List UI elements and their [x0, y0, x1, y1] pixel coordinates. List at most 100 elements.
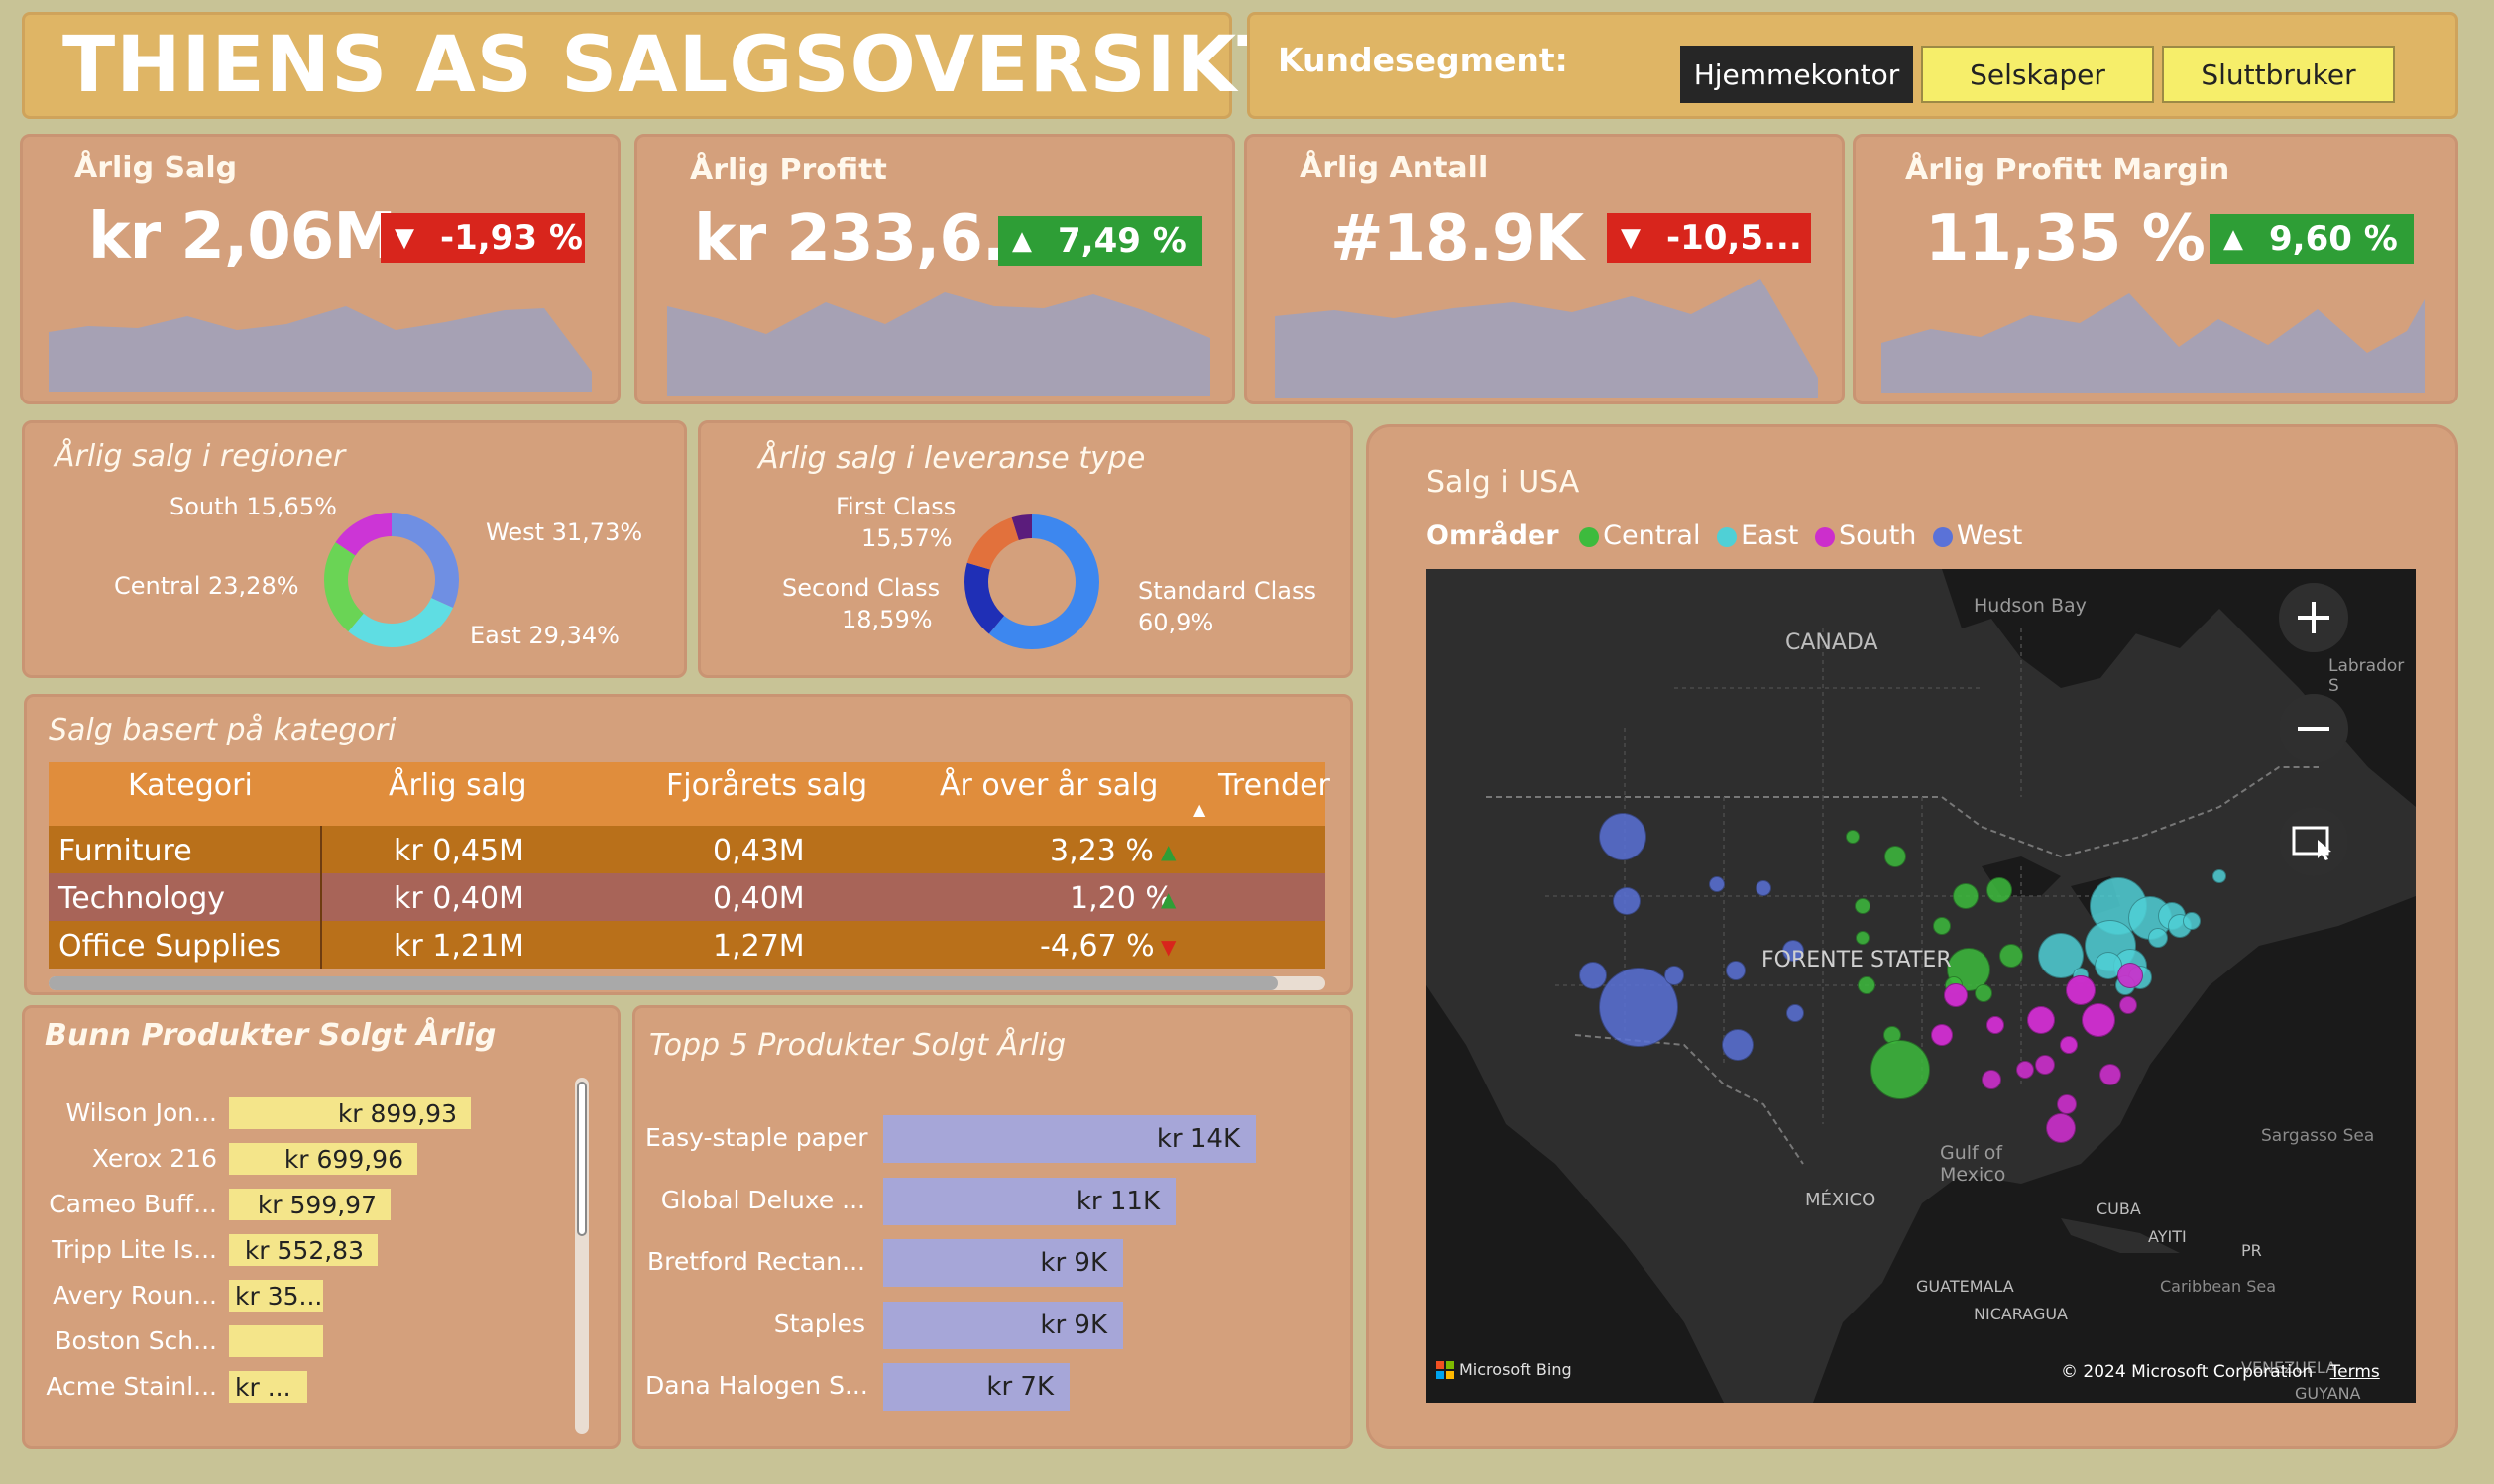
map-bubble[interactable] — [1855, 898, 1870, 914]
header-kategori[interactable]: Kategori — [128, 768, 253, 803]
bar-category-label: Cameo Buff... — [49, 1190, 217, 1218]
bar[interactable]: kr 699,96 — [229, 1143, 417, 1175]
kpi-title: Årlig Salg — [74, 151, 238, 185]
scrollbar-thumb[interactable] — [49, 976, 1278, 990]
bar[interactable]: kr 7K — [883, 1363, 1070, 1411]
bar[interactable] — [229, 1325, 323, 1357]
legend-item-central[interactable]: Central — [1579, 520, 1700, 551]
map-bubble-south[interactable] — [2066, 975, 2096, 1005]
map-bubble-south[interactable] — [1931, 1024, 1953, 1046]
minus-icon — [2298, 727, 2329, 731]
map-bubble[interactable] — [2212, 869, 2226, 883]
map-bubble[interactable] — [1613, 887, 1641, 915]
map-bubble[interactable] — [1986, 877, 2012, 903]
sort-ascending-icon[interactable]: ▲ — [1193, 800, 1205, 819]
map-bubble[interactable] — [1756, 880, 1771, 896]
header-ar-over-ar[interactable]: År over år salg — [940, 768, 1158, 803]
segment-button-selskaper[interactable]: Selskaper — [1921, 46, 2154, 103]
region-label-east: East 29,34% — [470, 622, 620, 649]
map-bubble-south[interactable] — [2082, 1003, 2115, 1037]
map-bubble[interactable] — [2148, 928, 2168, 948]
map-bubble[interactable] — [1579, 962, 1607, 989]
kpi-card-margin: Årlig Profitt Margin 11,35 % ▲ 9,60 % — [1853, 134, 2458, 404]
select-area-button[interactable] — [2279, 807, 2348, 876]
map-bubble-south[interactable] — [2016, 1061, 2034, 1079]
usa-map[interactable]: Hudson Bay CANADA Labrador S FORENTE STA… — [1426, 569, 2416, 1403]
map-bubble-south[interactable] — [2060, 1036, 2078, 1054]
cell-yoy: 3,23 % — [1050, 834, 1154, 868]
shipping-label-standard-name: Standard Class — [1138, 577, 1316, 605]
legend-item-west[interactable]: West — [1933, 520, 2022, 551]
bar[interactable]: kr 9K — [883, 1301, 1123, 1349]
map-bubble-south[interactable] — [1982, 1070, 2001, 1089]
table-row[interactable]: Office Supplies kr 1,21M 1,27M -4,67 % ▼ — [49, 921, 1325, 969]
quantity-sparkline — [1275, 279, 1818, 398]
place-label: CUBA — [2097, 1199, 2141, 1218]
legend-dot-west — [1933, 527, 1953, 547]
map-bubble-south[interactable] — [2099, 1064, 2121, 1085]
kpi-card-quantity: Årlig Antall #18.9K ▼ -10,5... — [1244, 134, 1845, 404]
bar-category-label: Avery Roun... — [53, 1281, 217, 1310]
bar[interactable]: kr ... — [229, 1371, 307, 1403]
table-horizontal-scrollbar[interactable] — [49, 976, 1325, 990]
bottom-products-chart: Wilson Jon... kr 899,93 Xerox 216 kr 699,96… — [25, 1008, 580, 1452]
top-products-panel: Topp 5 Produkter Solgt Årlig Easy-staple… — [632, 1005, 1353, 1449]
table-row[interactable]: Furniture kr 0,45M 0,43M 3,23 % ▲ — [49, 826, 1325, 873]
map-bubble-south[interactable] — [1986, 1016, 2004, 1034]
header-fjorarets-salg[interactable]: Fjorårets salg — [666, 768, 867, 803]
segment-button-hjemmekontor[interactable]: Hjemmekontor — [1680, 46, 1913, 103]
map-bubble-south[interactable] — [2057, 1094, 2077, 1114]
region-donut-chart — [324, 513, 459, 647]
cell-category: Technology — [58, 881, 226, 916]
bar[interactable]: kr 552,83 — [229, 1234, 378, 1266]
map-bubble[interactable] — [1709, 876, 1725, 892]
map-bubble[interactable] — [1856, 931, 1870, 945]
map-bubble[interactable] — [1722, 1029, 1754, 1061]
map-bubble[interactable] — [1664, 966, 1684, 985]
header-arlig-salg[interactable]: Årlig salg — [389, 768, 527, 803]
map-bubble[interactable] — [1846, 830, 1860, 844]
bar-category-label: Easy-staple paper — [645, 1123, 868, 1152]
header-trender[interactable]: Trender — [1218, 768, 1330, 803]
map-bubble-south[interactable] — [2035, 1055, 2055, 1075]
map-bubble[interactable] — [2183, 912, 2201, 930]
trend-down-icon: ▼ — [1161, 935, 1177, 959]
map-bubble[interactable] — [1786, 1004, 1804, 1022]
legend-item-east[interactable]: East — [1717, 520, 1798, 551]
map-bubble[interactable] — [1884, 846, 1906, 867]
bar-category-label: Tripp Lite Is... — [52, 1235, 217, 1264]
bar[interactable]: kr 35... — [229, 1280, 323, 1312]
vertical-scrollbar[interactable] — [575, 1078, 589, 1434]
bar[interactable]: kr 14K — [883, 1115, 1256, 1163]
bar[interactable]: kr 899,93 — [229, 1097, 471, 1129]
terms-link[interactable]: Terms — [2330, 1362, 2380, 1382]
bar[interactable]: kr 599,97 — [229, 1189, 391, 1220]
trend-up-icon: ▲ — [1161, 840, 1177, 863]
table-row[interactable]: Technology kr 0,40M 0,40M 1,20 % ▲ — [49, 873, 1325, 921]
map-bubble[interactable] — [1858, 976, 1875, 994]
map-bubble[interactable] — [1870, 1040, 1930, 1099]
map-bubble-south[interactable] — [1944, 983, 1968, 1007]
map-bubble[interactable] — [1975, 984, 1992, 1002]
bar[interactable]: kr 9K — [883, 1239, 1123, 1287]
category-table-title: Salg basert på kategori — [49, 713, 397, 747]
map-bubble-south[interactable] — [2117, 963, 2143, 988]
map-bubble[interactable] — [1953, 883, 1979, 909]
place-label: Gulf of Mexico — [1940, 1142, 2006, 1186]
kpi-change-value: 7,49 % — [1058, 221, 1187, 261]
map-bubble-south[interactable] — [2119, 996, 2137, 1014]
microsoft-logo-icon — [1436, 1360, 1454, 1379]
scrollbar-thumb[interactable] — [577, 1082, 587, 1236]
zoom-out-button[interactable] — [2279, 694, 2348, 763]
bar[interactable]: kr 11K — [883, 1177, 1176, 1225]
zoom-in-button[interactable] — [2279, 583, 2348, 652]
legend-item-south[interactable]: South — [1814, 520, 1916, 551]
map-bubble[interactable] — [1999, 944, 2023, 968]
map-bubble[interactable] — [1599, 813, 1646, 860]
place-label: NICARAGUA — [1974, 1305, 2068, 1323]
map-bubble[interactable] — [1726, 961, 1746, 980]
segment-button-sluttbruker[interactable]: Sluttbruker — [2162, 46, 2395, 103]
map-bubble[interactable] — [1933, 917, 1951, 935]
map-bubble-south[interactable] — [2027, 1006, 2055, 1034]
map-bubble-south[interactable] — [2046, 1113, 2076, 1143]
